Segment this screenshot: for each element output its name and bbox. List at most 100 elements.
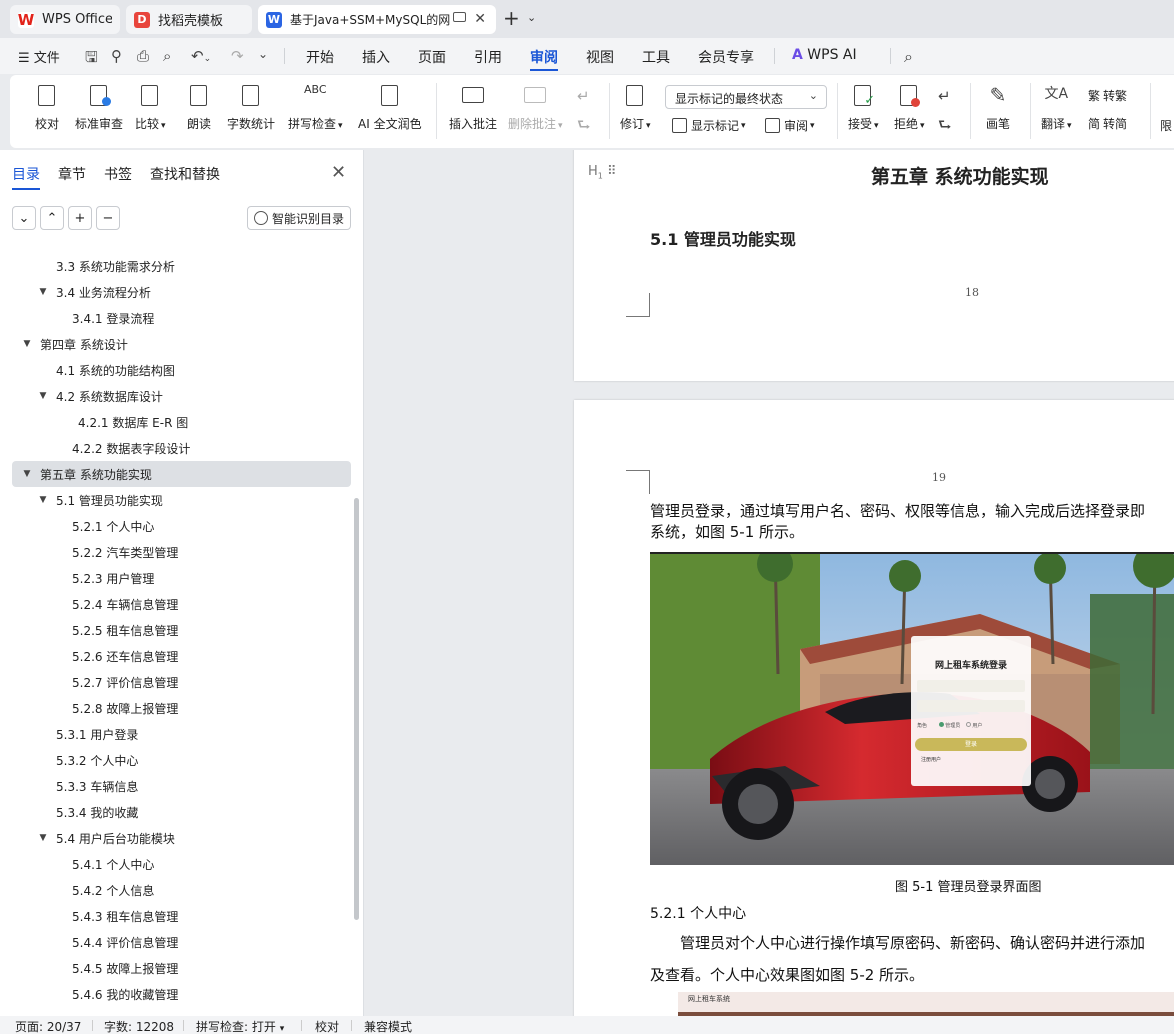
menu-membership[interactable]: 会员专享 <box>698 47 754 67</box>
nav-tab-find-replace[interactable]: 查找和替换 <box>150 164 220 184</box>
accept-button[interactable]: ✓ 接受 ▾ <box>848 83 879 132</box>
wps-ai-button[interactable]: A WPS AI <box>792 47 857 63</box>
collapse-all-button[interactable]: ⌃ <box>40 206 64 230</box>
expand-all-button[interactable]: ⌄ <box>12 206 36 230</box>
toc-item[interactable]: 5.3.3 车辆信息 <box>0 773 363 799</box>
expand-triangle-icon[interactable]: ▼ <box>22 339 32 349</box>
expand-triangle-icon[interactable]: ▼ <box>38 833 48 843</box>
print-preview-icon[interactable]: ⌕ <box>163 47 171 65</box>
toc-item[interactable]: ▼ 5.1 管理员功能实现 <box>0 487 363 513</box>
next-change-icon[interactable]: ⮑ <box>938 115 952 140</box>
previous-comment-icon[interactable]: ↵ <box>577 87 590 105</box>
to-simplified-button[interactable]: 简 转简 <box>1088 115 1127 132</box>
toc-item[interactable]: ▼ 5.4 用户后台功能模块 <box>0 825 363 851</box>
standard-review-button[interactable]: 标准审查 <box>75 83 123 132</box>
toc-item[interactable]: ▼ 4.2 系统数据库设计 <box>0 383 363 409</box>
toc-item[interactable]: 5.2.7 评价信息管理 <box>0 669 363 695</box>
tab-document[interactable]: W 基于Java+SSM+MySQL的网 ✕ <box>258 5 496 34</box>
reject-button[interactable]: 拒绝 ▾ <box>894 83 925 132</box>
expand-triangle-icon[interactable]: ▼ <box>22 469 32 479</box>
toc-item[interactable]: ▼ 3.4 业务流程分析 <box>0 279 363 305</box>
toc-item[interactable]: 5.3.1 用户登录 <box>0 721 363 747</box>
toc-item[interactable]: 5.3.2 个人中心 <box>0 747 363 773</box>
menu-view[interactable]: 视图 <box>586 47 614 67</box>
toc-item[interactable]: 4.1 系统的功能结构图 <box>0 357 363 383</box>
menu-insert[interactable]: 插入 <box>362 47 390 67</box>
show-markup-button[interactable]: 显示标记 ▾ <box>672 117 746 134</box>
expand-triangle-icon[interactable]: ▼ <box>38 287 48 297</box>
undo-icon[interactable]: ↶⌄ <box>191 47 211 65</box>
toc-item[interactable]: 5.2.1 个人中心 <box>0 513 363 539</box>
search-icon[interactable]: ⌕ <box>904 47 913 67</box>
review-pane-button[interactable]: 审阅 ▾ <box>765 117 815 134</box>
expand-triangle-icon[interactable]: ▼ <box>38 391 48 401</box>
pen-button[interactable]: ✎ 画笔 <box>985 83 1011 132</box>
track-changes-button[interactable]: 修订 ▾ <box>620 83 651 132</box>
toc-item[interactable]: ▼ 第四章 系统设计 <box>0 331 363 357</box>
toc-item[interactable]: 5.2.8 故障上报管理 <box>0 695 363 721</box>
restrict-editing-button[interactable]: 限 <box>1160 117 1172 134</box>
tab-list-chevron-icon[interactable]: ⌄ <box>527 8 536 28</box>
close-nav-icon[interactable]: ✕ <box>331 162 346 183</box>
nav-tab-toc[interactable]: 目录 <box>12 164 40 190</box>
toc-item[interactable]: 5.2.4 车辆信息管理 <box>0 591 363 617</box>
toc-item[interactable]: ▼ 第五章 系统功能实现 <box>12 461 351 487</box>
delete-comment-button[interactable]: 删除批注 ▾ <box>508 83 563 132</box>
menu-review[interactable]: 审阅 <box>530 47 558 71</box>
new-tab-icon[interactable]: + <box>503 8 520 28</box>
toc-item[interactable]: 5.4.4 评价信息管理 <box>0 929 363 955</box>
heading-drag-handle-icon[interactable]: H1 ⠿ <box>588 164 617 181</box>
menu-references[interactable]: 引用 <box>474 47 502 67</box>
toc-item[interactable]: 5.2.3 用户管理 <box>0 565 363 591</box>
insert-comment-button[interactable]: 插入批注 <box>449 83 497 132</box>
markup-display-select[interactable]: 显示标记的最终状态 ⌄ <box>665 85 827 109</box>
smart-toc-button[interactable]: 智能识别目录 <box>247 206 351 230</box>
tab-wps-office[interactable]: W WPS Office <box>10 5 120 34</box>
toc-item[interactable]: 5.3.4 我的收藏 <box>0 799 363 825</box>
menu-home[interactable]: 开始 <box>306 47 334 67</box>
to-traditional-button[interactable]: 繁 转繁 <box>1088 87 1127 104</box>
next-comment-icon[interactable]: ⮑ <box>577 115 591 140</box>
toc-item[interactable]: 4.2.1 数据库 E-R 图 <box>0 409 363 435</box>
toc-item[interactable]: 5.4.5 故障上报管理 <box>0 955 363 981</box>
redo-icon[interactable]: ↷ <box>231 47 244 65</box>
more-chevron-icon[interactable]: ⌄ <box>258 47 268 61</box>
close-tab-icon[interactable]: ✕ <box>474 11 486 27</box>
toc-item[interactable]: 5.4.2 个人信息 <box>0 877 363 903</box>
print-icon[interactable]: ⎙ <box>137 47 149 65</box>
spell-check-status[interactable]: 拼写检查: 打开 ▾ <box>196 1018 284 1034</box>
add-heading-button[interactable]: + <box>68 206 92 230</box>
ai-polish-button[interactable]: AI 全文润色 <box>358 83 422 132</box>
save-icon[interactable]: 🖫 <box>85 47 98 72</box>
previous-change-icon[interactable]: ↵ <box>938 87 951 105</box>
toc-item[interactable]: 5.4.3 租车信息管理 <box>0 903 363 929</box>
menu-page[interactable]: 页面 <box>418 47 446 67</box>
nav-tab-bookmarks[interactable]: 书签 <box>104 164 132 184</box>
read-aloud-button[interactable]: 朗读 <box>186 83 212 132</box>
toc-item[interactable]: 4.2.2 数据表字段设计 <box>0 435 363 461</box>
file-menu[interactable]: ☰ 文件 <box>18 47 60 66</box>
word-count-indicator[interactable]: 字数: 12208 <box>104 1018 174 1034</box>
tab-docer-templates[interactable]: D 找稻壳模板 <box>126 5 252 34</box>
share-icon[interactable]: ⚲ <box>111 47 122 65</box>
compare-button[interactable]: 比较 ▾ <box>135 83 166 132</box>
toc-item[interactable]: 5.2.5 租车信息管理 <box>0 617 363 643</box>
proofread-status[interactable]: 校对 <box>315 1018 339 1034</box>
toc-item[interactable]: 5.2.6 还车信息管理 <box>0 643 363 669</box>
toc-item[interactable]: 3.4.1 登录流程 <box>0 305 363 331</box>
toc-item[interactable]: 5.4.6 我的收藏管理 <box>0 981 363 1007</box>
proofread-button[interactable]: 校对 <box>34 83 60 132</box>
nav-scrollbar[interactable] <box>354 498 359 920</box>
toc-item[interactable]: 5.4.1 个人中心 <box>0 851 363 877</box>
expand-triangle-icon[interactable]: ▼ <box>38 495 48 505</box>
toc-item[interactable]: 3.3 系统功能需求分析 <box>0 253 363 279</box>
translate-button[interactable]: 文A 翻译 ▾ <box>1041 83 1072 132</box>
monitor-icon[interactable] <box>453 12 466 22</box>
page-indicator[interactable]: 页面: 20/37 <box>15 1018 81 1034</box>
toc-item[interactable]: 5.2.2 汽车类型管理 <box>0 539 363 565</box>
word-count-button[interactable]: 字数统计 <box>227 83 275 132</box>
spell-check-button[interactable]: ABC 拼写检查 ▾ <box>288 83 343 132</box>
nav-tab-chapters[interactable]: 章节 <box>58 164 86 184</box>
remove-heading-button[interactable]: − <box>96 206 120 230</box>
menu-tools[interactable]: 工具 <box>642 47 670 67</box>
